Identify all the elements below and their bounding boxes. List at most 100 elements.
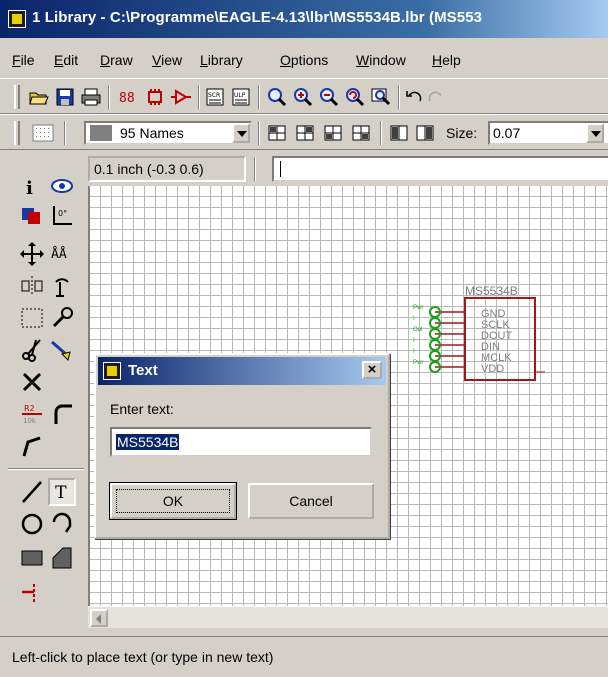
move-icon[interactable]	[18, 240, 46, 268]
cancel-button[interactable]: Cancel	[248, 483, 374, 519]
cut-scissors-icon[interactable]	[18, 336, 46, 364]
script-icon[interactable]: SCR	[204, 87, 226, 107]
chevron-down-icon[interactable]	[586, 123, 604, 143]
zoom-in-icon[interactable]	[292, 87, 314, 107]
change-wrench-icon[interactable]	[48, 304, 76, 332]
circle-icon[interactable]	[18, 510, 46, 538]
undo-icon[interactable]	[404, 87, 426, 107]
dialog-title: Text	[128, 362, 158, 379]
svg-text:88: 88	[119, 91, 135, 106]
wire-icon[interactable]	[18, 478, 46, 506]
dialog-title-bar[interactable]: Text ×	[98, 357, 386, 385]
mirror-icon[interactable]	[18, 272, 46, 300]
menu-options[interactable]: Options	[280, 52, 328, 68]
package-icon[interactable]	[144, 87, 166, 107]
text-input[interactable]: MS5534B	[110, 427, 372, 457]
toolbar-separator	[258, 121, 260, 145]
layer-select[interactable]: 95 Names	[84, 121, 252, 145]
text-tool-button[interactable]: T	[48, 478, 76, 506]
toolbar-separator	[108, 85, 110, 109]
svg-text:0°: 0°	[58, 209, 67, 218]
mark-icon[interactable]: 0°	[48, 202, 76, 230]
group-icon[interactable]	[18, 304, 46, 332]
align-bottom-left-icon[interactable]	[322, 123, 344, 143]
toolbar-separator	[398, 85, 400, 109]
miter-icon[interactable]	[48, 400, 76, 428]
text-input-value: MS5534B	[116, 434, 180, 450]
save-icon[interactable]	[54, 87, 76, 107]
scroll-left-icon[interactable]	[90, 609, 108, 627]
rectangle-icon[interactable]	[18, 544, 46, 572]
symbol-name-label: MS5534B	[465, 284, 518, 298]
text-dialog: Text × Enter text: MS5534B OK Cancel	[94, 353, 390, 539]
svg-text:T: T	[55, 483, 67, 503]
size-select[interactable]: 0.07	[488, 121, 608, 145]
copy-icon[interactable]: ÅÅ	[48, 240, 76, 268]
palette-separator	[8, 468, 84, 470]
parameter-toolbar: 95 Names Size: 0.07	[0, 114, 608, 150]
pin-direction-label: I	[413, 316, 415, 322]
paste-icon[interactable]	[48, 336, 76, 364]
toolbar-grip[interactable]	[14, 121, 20, 145]
menu-bar: File Edit Draw View Library Options Wind…	[0, 46, 608, 74]
coordinate-display: 0.1 inch (-0.3 0.6)	[88, 156, 246, 182]
horizontal-scrollbar[interactable]	[88, 606, 608, 628]
symbol-icon[interactable]	[170, 87, 192, 107]
text-ratio-left-icon[interactable]	[388, 123, 410, 143]
title-bar[interactable]: 1 Library - C:\Programme\EAGLE-4.13\lbr\…	[0, 0, 608, 38]
toolbar-grip[interactable]	[14, 85, 20, 109]
toolbar-separator	[198, 85, 200, 109]
status-text: Left-click to place text (or type in new…	[12, 649, 274, 665]
status-bar: Left-click to place text (or type in new…	[0, 636, 608, 677]
command-line-input[interactable]	[272, 156, 608, 182]
arc-icon[interactable]	[48, 510, 76, 538]
delete-icon[interactable]	[18, 368, 46, 396]
pin-direction-label: Pwr	[413, 305, 423, 311]
coordinate-bar: 0.1 inch (-0.3 0.6)	[88, 154, 608, 184]
toolbar-separator	[254, 157, 256, 181]
align-top-right-icon[interactable]	[294, 123, 316, 143]
menu-library[interactable]: Library	[200, 52, 243, 68]
menu-help[interactable]: Help	[432, 52, 461, 68]
app-icon	[103, 362, 121, 380]
text-ratio-right-icon[interactable]	[414, 123, 436, 143]
tool-palette: i 0° ÅÅ R2 10k T	[0, 154, 88, 624]
size-label: Size:	[446, 125, 478, 141]
redraw-icon[interactable]	[344, 87, 366, 107]
polygon-icon[interactable]	[48, 544, 76, 572]
rotate-icon[interactable]	[48, 272, 76, 300]
info-icon[interactable]: i	[18, 172, 46, 200]
align-bottom-right-icon[interactable]	[350, 123, 372, 143]
ok-button[interactable]: OK	[109, 482, 237, 520]
menu-file[interactable]: File	[12, 52, 35, 68]
split-icon[interactable]	[18, 432, 46, 460]
zoom-fit-icon[interactable]	[266, 87, 288, 107]
schematic-icon[interactable]: 88	[118, 87, 140, 107]
name-label-icon[interactable]: R2 10k	[18, 400, 46, 428]
zoom-select-icon[interactable]	[370, 87, 392, 107]
pin-icon[interactable]	[18, 578, 46, 606]
svg-text:SCR: SCR	[208, 92, 220, 99]
svg-text:10k: 10k	[23, 417, 37, 425]
app-icon	[8, 10, 26, 28]
menu-window[interactable]: Window	[356, 52, 406, 68]
ulp-icon[interactable]: ULP	[230, 87, 252, 107]
redo-icon[interactable]	[424, 87, 446, 107]
align-top-left-icon[interactable]	[266, 123, 288, 143]
toolbar-separator	[258, 85, 260, 109]
menu-view[interactable]: View	[152, 52, 182, 68]
menu-draw[interactable]: Draw	[100, 52, 133, 68]
pin-direction-label: I	[413, 338, 415, 344]
open-icon[interactable]	[28, 87, 50, 107]
print-icon[interactable]	[80, 87, 102, 107]
display-layers-icon[interactable]	[18, 202, 46, 230]
menu-edit[interactable]: Edit	[54, 52, 78, 68]
toolbar-separator	[380, 121, 382, 145]
close-icon[interactable]: ×	[362, 361, 382, 379]
pin-name-label: VDD	[481, 363, 504, 375]
zoom-out-icon[interactable]	[318, 87, 340, 107]
toolbar-separator	[64, 121, 66, 145]
show-eye-icon[interactable]	[48, 172, 76, 200]
grid-icon[interactable]	[30, 123, 56, 143]
chevron-down-icon[interactable]	[232, 123, 250, 143]
